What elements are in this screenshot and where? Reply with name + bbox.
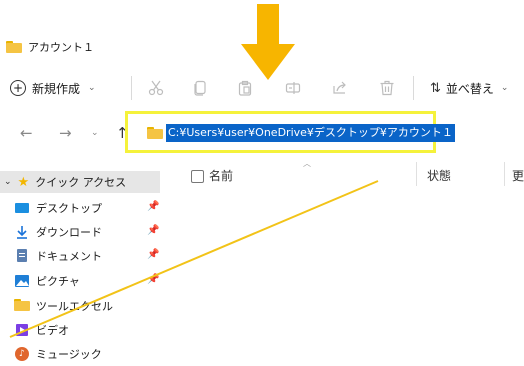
down-arrow-icon xyxy=(241,4,295,80)
recent-chevron-icon[interactable]: ⌄ xyxy=(91,128,99,138)
download-icon xyxy=(14,225,30,239)
select-all-checkbox[interactable] xyxy=(191,170,204,183)
document-icon xyxy=(14,249,30,263)
sidebar-item-quick-access[interactable]: ⌄ ★ クイック アクセス xyxy=(4,171,126,193)
cut-icon[interactable] xyxy=(146,78,166,98)
chevron-down-icon: ⌄ xyxy=(88,83,96,93)
sort-button-label: 並べ替え xyxy=(445,81,494,96)
pin-icon[interactable]: 📌 xyxy=(147,225,159,236)
sidebar-item-label: ビデオ xyxy=(36,324,69,337)
sidebar-item-desktop[interactable]: デスクトップ xyxy=(14,197,102,219)
new-button-label: 新規作成 xyxy=(32,81,81,96)
star-icon: ★ xyxy=(17,174,30,190)
sidebar-item-label: ピクチャ xyxy=(36,275,80,288)
sidebar-item-videos[interactable]: ビデオ xyxy=(14,319,69,341)
pin-icon[interactable]: 📌 xyxy=(147,249,159,260)
sidebar-item-label: デスクトップ xyxy=(36,202,102,215)
folder-icon xyxy=(14,299,30,313)
sidebar-item-tool-excel[interactable]: ツールエクセル xyxy=(14,295,113,317)
sort-caret-icon: ︿ xyxy=(303,159,311,168)
column-header-status[interactable]: 状態 xyxy=(427,167,451,184)
sort-icon: ⇅ xyxy=(430,80,441,96)
column-header-name[interactable]: 名前 xyxy=(209,167,233,184)
sidebar-item-label: ツールエクセル xyxy=(36,300,113,313)
sidebar-item-label: クイック アクセス xyxy=(35,176,127,189)
sidebar-item-label: ミュージック xyxy=(36,348,102,361)
delete-icon[interactable] xyxy=(377,78,397,98)
pin-icon[interactable]: 📌 xyxy=(147,274,159,285)
window-title-text: アカウント１ xyxy=(28,41,94,54)
window-title: アカウント１ xyxy=(6,38,94,56)
video-icon xyxy=(14,323,30,337)
copy-icon[interactable] xyxy=(190,78,210,98)
folder-icon xyxy=(147,127,163,139)
toolbar-divider xyxy=(131,76,132,100)
sidebar-item-label: ドキュメント xyxy=(36,250,102,263)
share-icon[interactable] xyxy=(330,78,350,98)
pin-icon[interactable]: 📌 xyxy=(147,201,159,212)
back-icon[interactable]: ← xyxy=(20,124,33,142)
plus-icon: + xyxy=(10,80,26,96)
column-header-more[interactable]: 更 xyxy=(512,167,524,184)
music-icon: ♪ xyxy=(14,347,30,361)
address-path-text[interactable]: C:¥Users¥user¥OneDrive¥デスクトップ¥アカウント１ xyxy=(166,124,455,142)
forward-icon[interactable]: → xyxy=(59,124,72,142)
sidebar-item-documents[interactable]: ドキュメント xyxy=(14,245,102,267)
chevron-down-icon: ⌄ xyxy=(500,83,509,93)
toolbar-divider xyxy=(413,76,414,100)
column-divider xyxy=(504,162,505,186)
sidebar-item-downloads[interactable]: ダウンロード xyxy=(14,221,102,243)
chevron-down-icon: ⌄ xyxy=(4,177,12,187)
pictures-icon xyxy=(14,274,30,288)
desktop-icon xyxy=(14,201,30,215)
sidebar-item-label: ダウンロード xyxy=(36,226,102,239)
new-button[interactable]: + 新規作成 ⌄ xyxy=(10,76,96,100)
folder-icon xyxy=(6,41,22,53)
sidebar-item-music[interactable]: ♪ ミュージック xyxy=(14,343,102,365)
sort-button[interactable]: ⇅ 並べ替え ⌄ xyxy=(430,76,508,100)
sidebar-item-pictures[interactable]: ピクチャ xyxy=(14,270,80,292)
column-divider xyxy=(416,162,417,186)
